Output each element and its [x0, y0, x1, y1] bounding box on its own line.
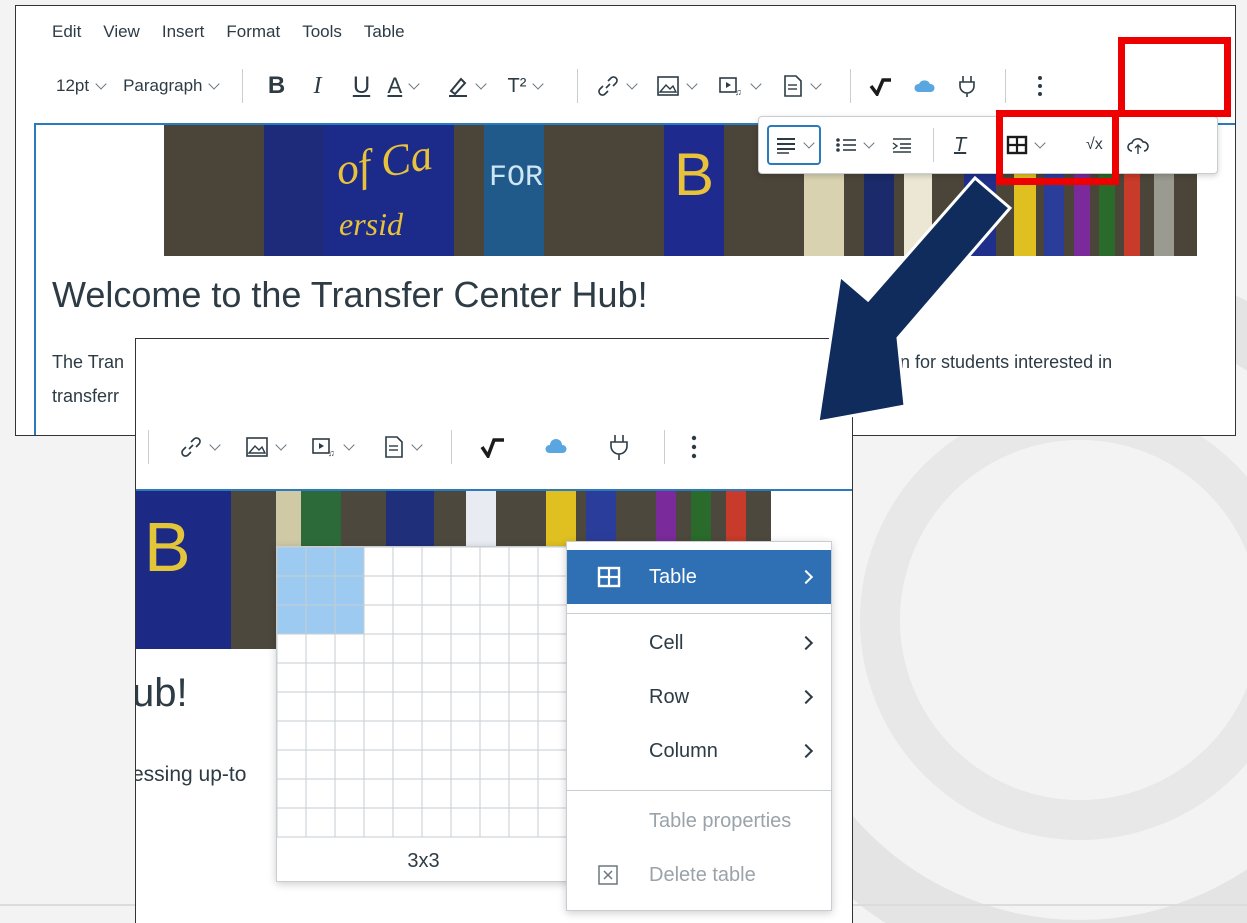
arrow-shape [816, 175, 1013, 424]
callout-arrow [816, 175, 1013, 424]
